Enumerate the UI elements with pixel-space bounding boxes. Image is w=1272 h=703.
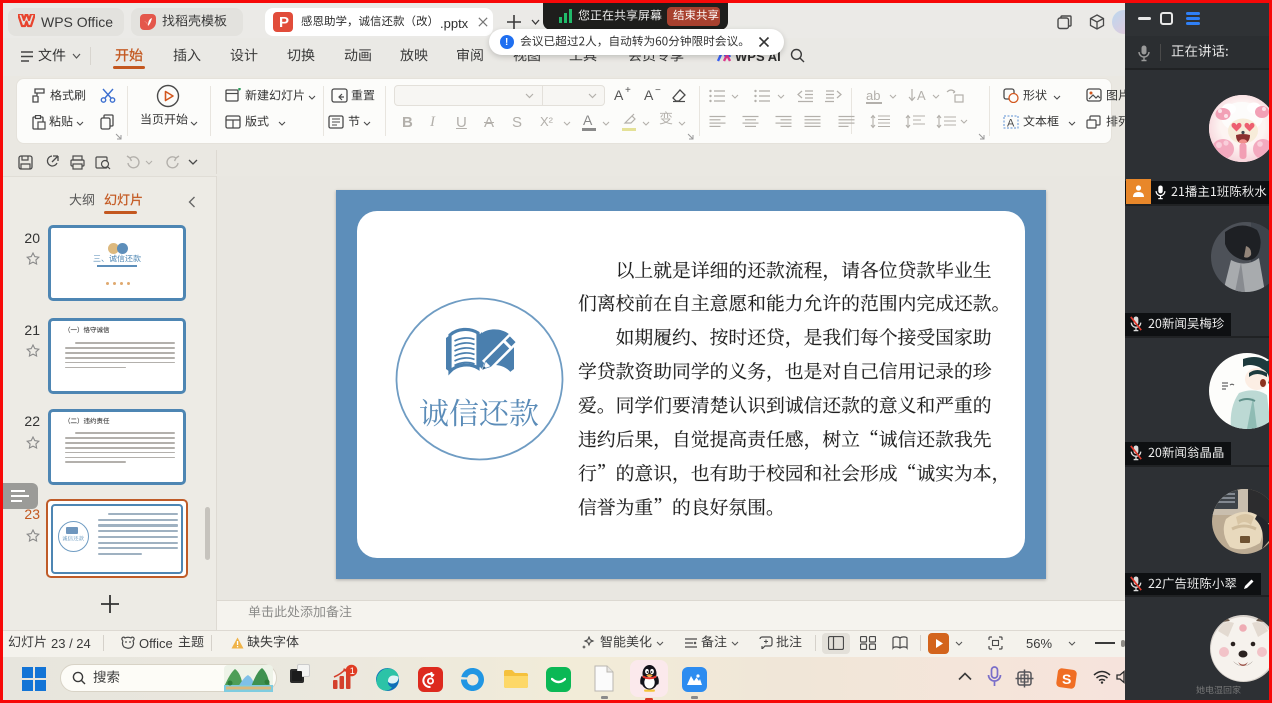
- svg-text:A: A: [1007, 118, 1015, 130]
- svg-text:1: 1: [350, 666, 355, 676]
- svg-text:A: A: [917, 88, 926, 103]
